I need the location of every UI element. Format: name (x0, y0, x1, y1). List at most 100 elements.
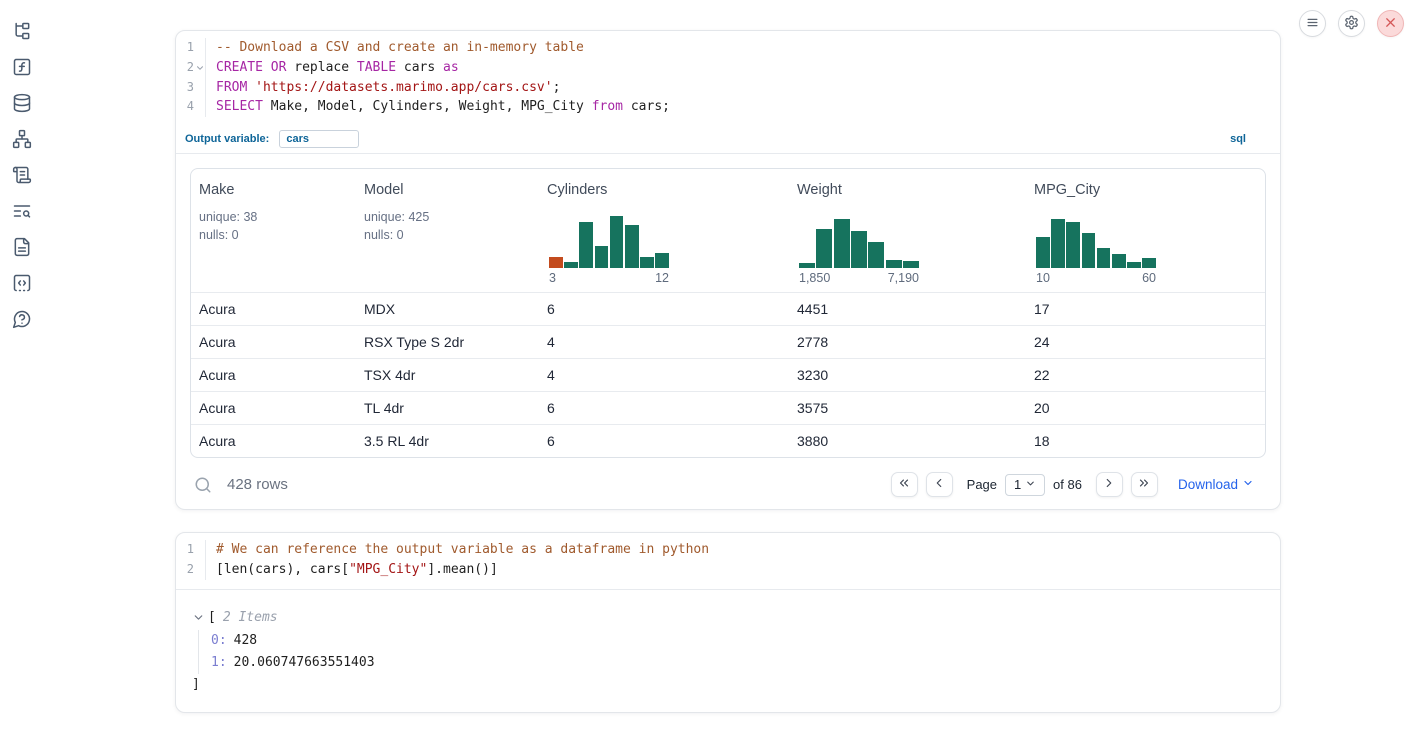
line-number: 4 (176, 97, 206, 117)
file-text-panel-button[interactable] (12, 238, 32, 258)
help-icon (12, 309, 32, 332)
column-header-weight[interactable]: Weight 1,8507,190 (789, 169, 1026, 292)
search-icon (194, 482, 212, 497)
chevron-down-icon (1025, 477, 1036, 492)
prev-page-button[interactable] (926, 472, 953, 497)
column-title: Make (199, 182, 348, 198)
table-cell: RSX Type S 2dr (356, 334, 539, 350)
python-cell: 1# We can reference the output variable … (175, 532, 1281, 713)
histogram-bar (655, 253, 669, 268)
sql-cell: 1 -- Download a CSV and create an in-memo… (175, 30, 1281, 510)
table-cell: 22 (1026, 367, 1265, 383)
sql-code-editor[interactable]: 1-- Download a CSV and create an in-memo… (176, 31, 1280, 126)
search-button[interactable] (194, 476, 212, 494)
histogram-bar (640, 257, 654, 268)
table-row: AcuraTSX 4dr4323022 (191, 358, 1265, 391)
network-icon (12, 129, 32, 152)
network-panel-button[interactable] (12, 130, 32, 150)
code-line: 1-- Download a CSV and create an in-memo… (176, 38, 1280, 58)
histogram-bar (816, 229, 832, 268)
python-code-editor[interactable]: 1# We can reference the output variable … (176, 533, 1280, 589)
table-cell: Acura (191, 400, 356, 416)
column-stats: unique: 425nulls: 0 (364, 209, 531, 244)
code-line: 2[len(cars), cars["MPG_City"].mean()] (176, 560, 1280, 580)
page-select[interactable]: 1 (1005, 474, 1045, 496)
histogram-bar (1051, 219, 1065, 268)
tree-entry-key: 0: (211, 633, 227, 648)
close-icon (1383, 15, 1398, 33)
tree-entry-value: 20.060747663551403 (234, 655, 375, 670)
column-header-cylinders[interactable]: Cylinders312 (539, 169, 789, 292)
column-title: MPG_City (1034, 182, 1257, 198)
settings-button[interactable] (1338, 10, 1365, 37)
code-line: 2CREATE OR replace TABLE cars as (176, 58, 1280, 78)
table-cell: 4451 (789, 301, 1026, 317)
close-button[interactable] (1377, 10, 1404, 37)
row-count: 428 rows (227, 476, 288, 493)
histogram-bar (549, 257, 563, 268)
scroll-text-panel-button[interactable] (12, 166, 32, 186)
code-text: # We can reference the output variable a… (206, 540, 709, 560)
snippets-panel-button[interactable] (12, 274, 32, 294)
sql-output-area: Make unique: 38nulls: 0Modelunique: 425nu… (176, 154, 1280, 510)
download-button[interactable]: Download (1178, 477, 1254, 492)
table-cell: 17 (1026, 301, 1265, 317)
text-search-icon (12, 201, 32, 224)
table-footer: 428 rows Page 1 of 86 Download (190, 470, 1266, 497)
histogram-bar (903, 261, 919, 268)
tree-entry: 1:20.060747663551403 (211, 652, 1264, 674)
code-line: 4SELECT Make, Model, Cylinders, Weight, … (176, 97, 1280, 117)
column-histogram: 312 (549, 216, 669, 285)
next-page-button[interactable] (1096, 472, 1123, 497)
output-variable-label: Output variable: (185, 133, 269, 145)
function-square-panel-button[interactable] (12, 58, 32, 78)
column-histogram: 1,8507,190 (799, 216, 919, 285)
last-page-button[interactable] (1131, 472, 1158, 497)
fold-chevron-icon[interactable] (195, 63, 205, 73)
histogram-bar (851, 231, 867, 268)
function-square-icon (12, 57, 32, 80)
chevrons-left-icon (897, 476, 911, 493)
table-cell: 3880 (789, 433, 1026, 449)
line-number: 3 (176, 78, 206, 98)
file-tree-panel-button[interactable] (12, 22, 32, 42)
table-cell: 2778 (789, 334, 1026, 350)
output-variable-bar: Output variable: sql (176, 126, 1280, 154)
menu-button[interactable] (1299, 10, 1326, 37)
tree-entries: 0: 428 1:20.060747663551403 (198, 630, 1264, 674)
language-badge[interactable]: sql (1230, 133, 1246, 145)
output-variable-input[interactable] (279, 130, 359, 148)
histogram-bar (595, 246, 609, 268)
histogram-bar (625, 225, 639, 268)
histogram-axis: 312 (549, 271, 669, 285)
first-page-button[interactable] (891, 472, 918, 497)
tree-entry-value: 428 (234, 633, 257, 648)
collapse-chevron-icon[interactable] (192, 611, 205, 624)
table-cell: 6 (539, 400, 789, 416)
help-panel-button[interactable] (12, 310, 32, 330)
table-cell: 24 (1026, 334, 1265, 350)
page-select-value: 1 (1014, 477, 1021, 492)
histogram-bar (1142, 258, 1156, 268)
database-panel-button[interactable] (12, 94, 32, 114)
table-cell: 18 (1026, 433, 1265, 449)
histogram-bar (1097, 248, 1111, 268)
table-cell: Acura (191, 367, 356, 383)
text-search-panel-button[interactable] (12, 202, 32, 222)
column-header-mpg_city[interactable]: MPG_City 1060 (1026, 169, 1265, 292)
table-cell: 3.5 RL 4dr (356, 433, 539, 449)
histogram-bar (564, 262, 578, 268)
histogram-axis: 1060 (1036, 271, 1156, 285)
column-header-make[interactable]: Make unique: 38nulls: 0 (191, 169, 356, 292)
code-text: FROM 'https://datasets.marimo.app/cars.c… (206, 78, 560, 98)
table-row: Acura3.5 RL 4dr6388018 (191, 424, 1265, 457)
column-title: Weight (797, 182, 1018, 198)
column-stats: unique: 38nulls: 0 (199, 209, 348, 244)
settings-icon (1344, 15, 1359, 33)
line-number: 1 (176, 540, 206, 560)
column-header-model[interactable]: Modelunique: 425nulls: 0 (356, 169, 539, 292)
table-cell: 3230 (789, 367, 1026, 383)
code-line: 3FROM 'https://datasets.marimo.app/cars.… (176, 78, 1280, 98)
code-text: -- Download a CSV and create an in-memor… (206, 38, 584, 58)
menu-icon (1305, 15, 1320, 33)
